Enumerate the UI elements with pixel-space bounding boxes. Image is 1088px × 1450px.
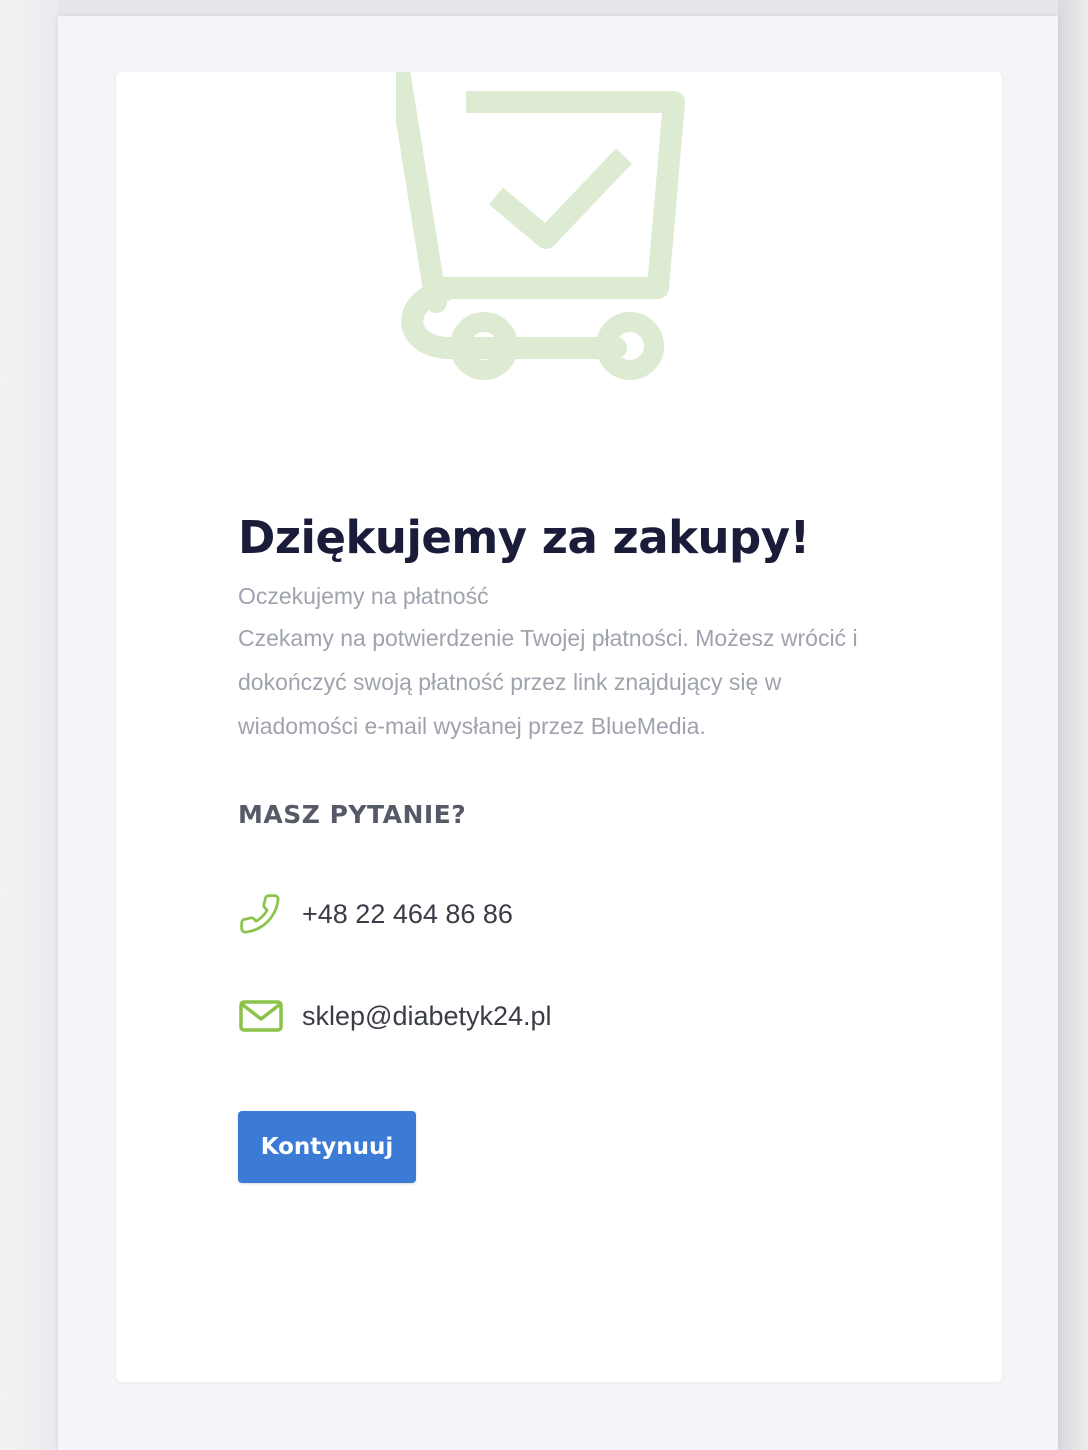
envelope-icon (238, 993, 284, 1039)
page-left-margin (0, 0, 58, 1450)
contact-email[interactable]: sklep@diabetyk24.pl (302, 1001, 552, 1032)
contact-heading: MASZ PYTANIE? (238, 800, 467, 829)
page-title: Dziękujemy za zakupy! (238, 511, 810, 564)
contact-phone-row: +48 22 464 86 86 (238, 889, 938, 939)
contact-email-row: sklep@diabetyk24.pl (238, 991, 938, 1041)
confirmation-content: Dziękujemy za zakupy! Oczekujemy na płat… (238, 508, 938, 1183)
payment-status-subtitle: Oczekujemy na płatność (238, 583, 489, 609)
shopping-cart-check-icon (396, 72, 685, 380)
confirmation-card: Dziękujemy za zakupy! Oczekujemy na płat… (116, 72, 1002, 1382)
payment-message: Czekamy na potwierdzenie Twojej płatnośc… (238, 625, 858, 739)
continue-button[interactable]: Kontynuuj (238, 1111, 416, 1183)
page-panel: Dziękujemy za zakupy! Oczekujemy na płat… (58, 16, 1058, 1450)
page-scrollbar-area (1058, 0, 1088, 1450)
contact-phone[interactable]: +48 22 464 86 86 (302, 899, 513, 930)
phone-icon (238, 891, 284, 937)
